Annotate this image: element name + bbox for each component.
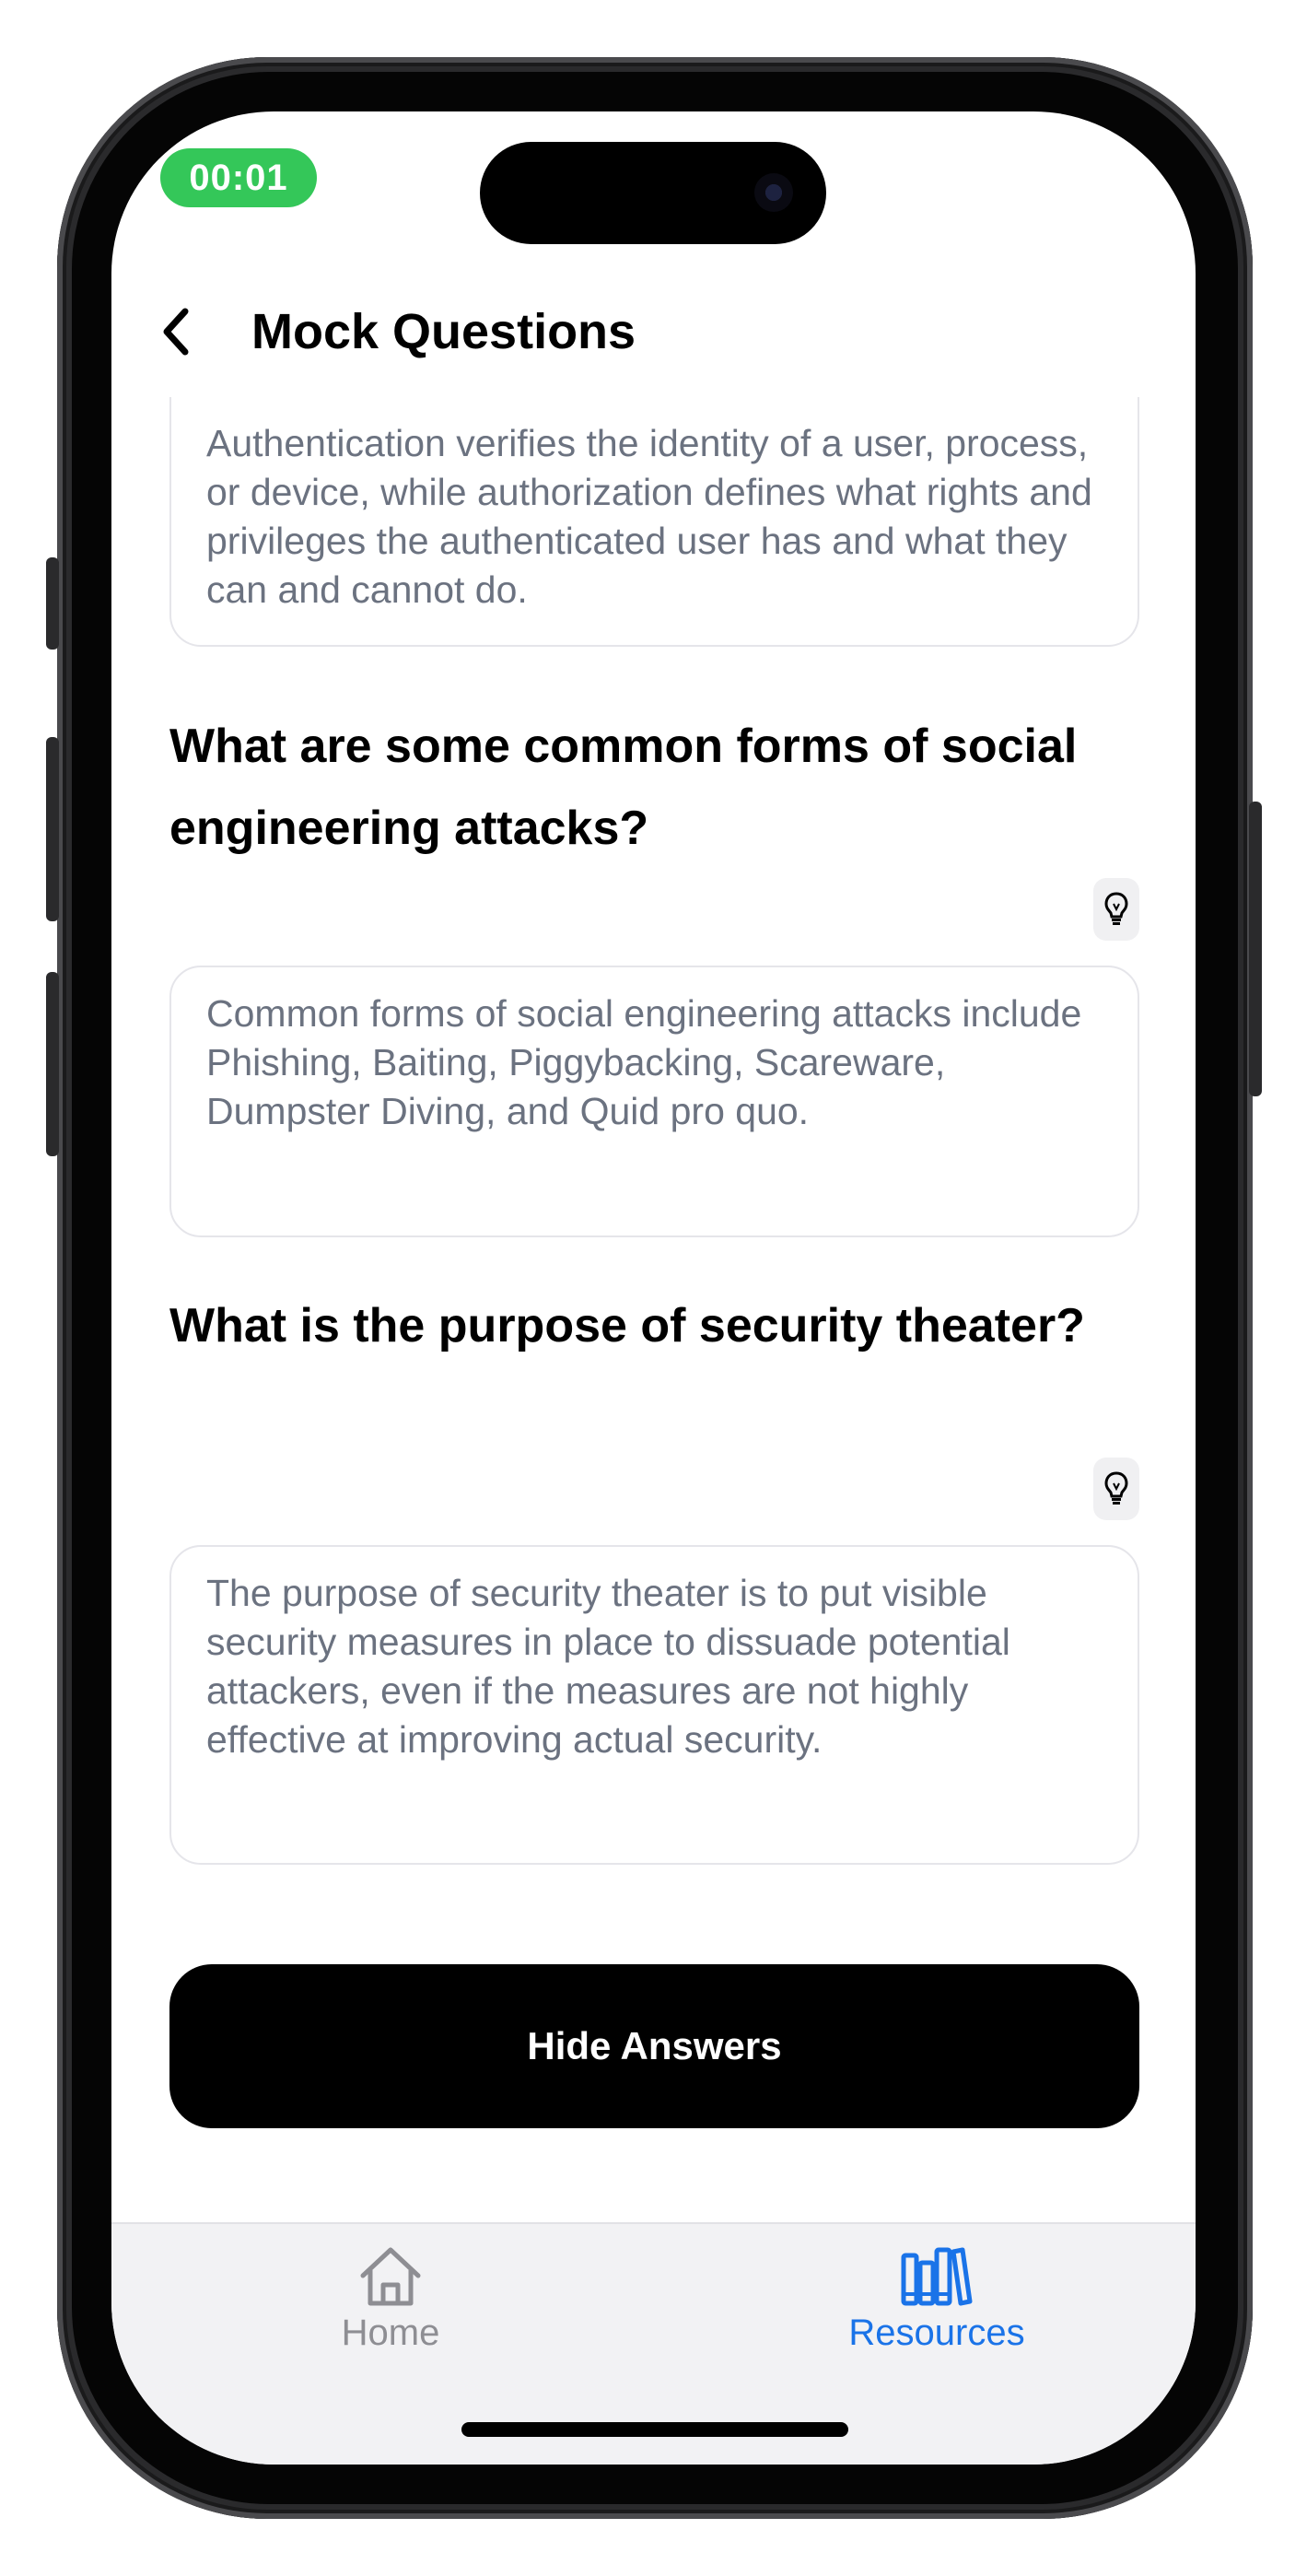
books-icon <box>901 2247 973 2306</box>
tab-resources[interactable]: Resources <box>799 2242 1075 2381</box>
front-camera <box>754 173 793 212</box>
lightbulb-icon <box>1104 892 1128 925</box>
hint-button[interactable] <box>1093 1458 1139 1520</box>
answer-text: The purpose of security theater is to pu… <box>206 1572 1010 1761</box>
action-button <box>46 557 59 650</box>
hide-answers-button[interactable]: Hide Answers <box>169 1964 1139 2128</box>
power-button <box>1249 802 1262 1096</box>
answer-text: Common forms of social engineering attac… <box>206 992 1082 1132</box>
chevron-left-icon <box>163 308 189 356</box>
answer-card: Authentication verifies the identity of … <box>169 397 1139 647</box>
tab-label: Home <box>341 2313 440 2353</box>
back-button[interactable] <box>148 299 204 364</box>
lightbulb-icon <box>1104 1471 1128 1505</box>
home-indicator[interactable] <box>461 2422 848 2437</box>
tab-label: Resources <box>848 2313 1025 2353</box>
answer-text: Authentication verifies the identity of … <box>206 422 1092 611</box>
page-title: Mock Questions <box>251 304 636 359</box>
answer-card: The purpose of security theater is to pu… <box>169 1545 1139 1865</box>
volume-down-button <box>46 972 59 1156</box>
volume-up-button <box>46 737 59 921</box>
hint-button[interactable] <box>1093 878 1139 941</box>
app-screen: 00:01 Mock Questions Authentication veri… <box>111 111 1196 2465</box>
house-icon <box>360 2247 421 2306</box>
question-title: What is the purpose of security theater? <box>169 1299 1085 1352</box>
timer-badge: 00:01 <box>160 148 317 207</box>
answer-card: Common forms of social engineering attac… <box>169 966 1139 1237</box>
tab-home[interactable]: Home <box>252 2242 529 2381</box>
dynamic-island <box>480 142 826 244</box>
question-title: What are some common forms of social eng… <box>169 720 1078 855</box>
